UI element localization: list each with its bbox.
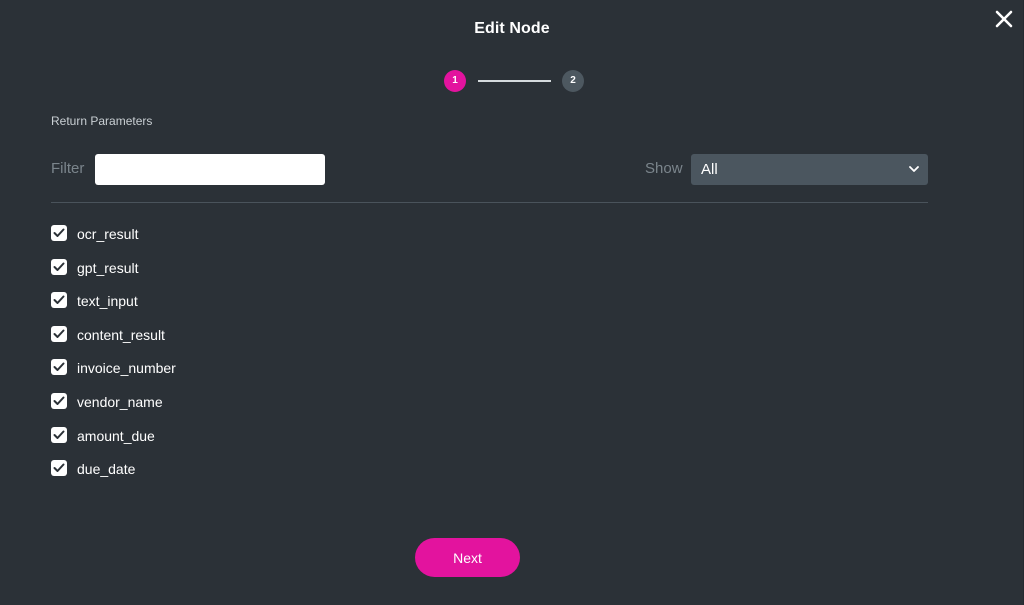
close-icon	[995, 10, 1013, 28]
checkmark-icon	[53, 228, 65, 237]
edit-node-modal: Edit Node 1 2 Return Parameters Filter S…	[0, 0, 1024, 605]
show-select[interactable]: All	[691, 154, 928, 185]
divider	[51, 202, 928, 203]
parameter-label: ocr_result	[77, 226, 139, 242]
show-select-value: All	[701, 161, 718, 178]
step-1-indicator[interactable]: 1	[444, 70, 466, 92]
next-button[interactable]: Next	[415, 538, 520, 577]
parameter-label: content_result	[77, 326, 165, 343]
checkmark-icon	[53, 362, 65, 372]
filter-label: Filter	[51, 160, 85, 177]
parameter-checkbox[interactable]	[51, 292, 67, 309]
checkmark-icon	[53, 463, 65, 473]
parameter-checkbox[interactable]	[51, 225, 67, 241]
parameter-label: amount_due	[77, 427, 155, 444]
close-button[interactable]	[993, 8, 1015, 30]
modal-title: Edit Node	[474, 20, 550, 37]
checkmark-icon	[53, 262, 65, 271]
parameter-checkbox[interactable]	[51, 258, 67, 275]
parameter-label: vendor_name	[77, 393, 163, 410]
parameter-checkbox[interactable]	[51, 460, 67, 477]
chevron-down-icon	[909, 166, 919, 172]
parameter-label: gpt_result	[77, 259, 139, 276]
parameter-label: due_date	[77, 461, 136, 478]
checkmark-icon	[53, 430, 65, 439]
parameter-label: invoice_number	[77, 360, 176, 377]
parameter-checkbox[interactable]	[51, 325, 67, 342]
parameter-checkbox[interactable]	[51, 426, 67, 443]
checkmark-icon	[53, 329, 65, 338]
parameter-checkbox[interactable]	[51, 392, 67, 409]
section-label: Return Parameters	[51, 114, 153, 128]
filter-input[interactable]	[95, 154, 325, 185]
parameter-checkbox[interactable]	[51, 359, 67, 376]
parameter-label: text_input	[77, 293, 138, 310]
step-2-indicator[interactable]: 2	[562, 70, 584, 92]
show-label: Show	[645, 160, 683, 177]
checkmark-icon	[53, 295, 65, 305]
checkmark-icon	[53, 396, 65, 405]
step-connector-line	[478, 80, 551, 82]
step-indicator: 1 2	[444, 70, 586, 92]
